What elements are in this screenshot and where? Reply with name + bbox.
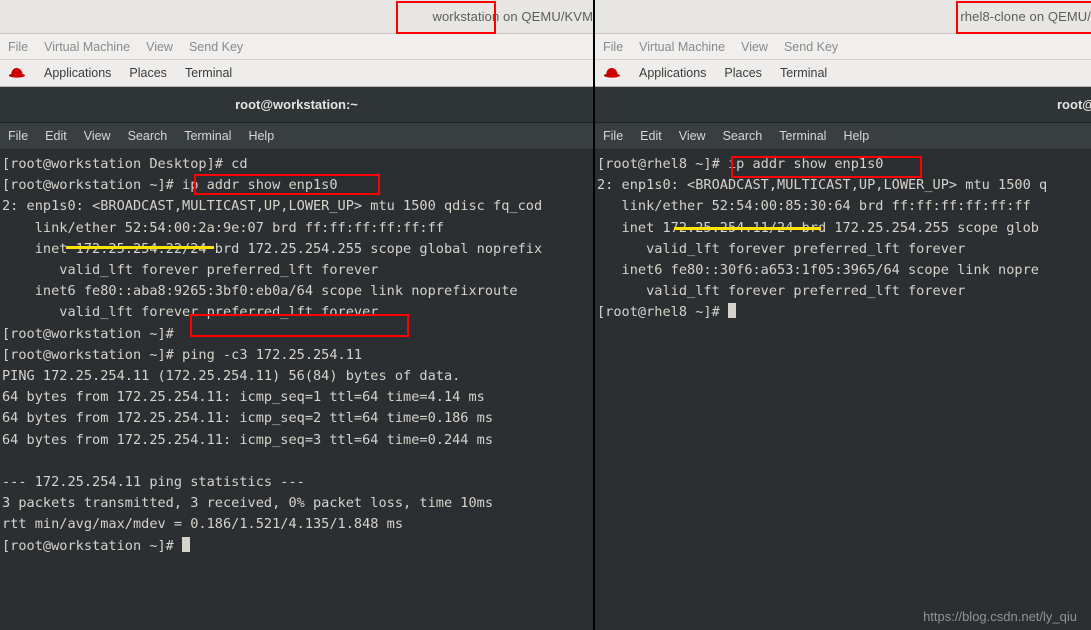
terminal-menu-edit[interactable]: Edit bbox=[45, 129, 67, 143]
terminal-titlebar-left[interactable]: root@workstation:~ bbox=[0, 87, 593, 123]
terminal-line: link/ether 52:54:00:85:30:64 brd ff:ff:f… bbox=[597, 198, 1031, 215]
vm-title-right: rhel8-clone on QEMU/ bbox=[960, 9, 1091, 24]
terminal-prompt-line: [root@workstation ~]# bbox=[2, 536, 593, 557]
vm-menu-send-key[interactable]: Send Key bbox=[189, 40, 243, 54]
vm-title-left: workstation on QEMU/KVM bbox=[432, 9, 593, 24]
terminal-line: valid_lft forever preferred_lft forever bbox=[2, 262, 379, 279]
terminal-line: inet6 fe80::aba8:9265:3bf0:eb0a/64 scope… bbox=[2, 283, 518, 300]
terminal-line: inet 172.25.254.11/24 brd 172.25.254.255… bbox=[597, 219, 1039, 236]
terminal-title-left: root@workstation:~ bbox=[235, 97, 358, 112]
redhat-fedora-icon bbox=[8, 66, 26, 80]
redhat-fedora-icon bbox=[603, 66, 621, 80]
gnome-topbar-left: Applications Places Terminal bbox=[0, 60, 593, 87]
terminal-output-right[interactable]: [root@rhel8 ~]# ip addr show enp1s0 2: e… bbox=[595, 150, 1091, 630]
terminal-line: --- 172.25.254.11 ping statistics --- bbox=[2, 474, 305, 491]
terminal-line: [root@workstation ~]# bbox=[2, 325, 174, 342]
vm-titlebar-left[interactable]: workstation on QEMU/KVM bbox=[0, 0, 593, 34]
terminal-line: inet6 fe80::30f6:a653:1f05:3965/64 scope… bbox=[597, 262, 1039, 279]
terminal-line: 64 bytes from 172.25.254.11: icmp_seq=1 … bbox=[2, 389, 485, 406]
terminal-line: 2: enp1s0: <BROADCAST,MULTICAST,UP,LOWER… bbox=[597, 177, 1048, 194]
terminal-line: [root@workstation ~]# ip addr show enp1s… bbox=[2, 177, 338, 194]
terminal-menu-terminal[interactable]: Terminal bbox=[779, 129, 826, 143]
terminal-menu-search[interactable]: Search bbox=[128, 129, 168, 143]
terminal-line: PING 172.25.254.11 (172.25.254.11) 56(84… bbox=[2, 368, 461, 385]
vm-menubar-right: File Virtual Machine View Send Key bbox=[595, 34, 1091, 60]
terminal-menu-edit[interactable]: Edit bbox=[640, 129, 662, 143]
terminal-line: valid_lft forever preferred_lft forever bbox=[2, 304, 379, 321]
gnome-applications-menu[interactable]: Applications bbox=[44, 66, 111, 80]
vm-menu-view[interactable]: View bbox=[741, 40, 768, 54]
vm-window-rhel8-clone: rhel8-clone on QEMU/ File Virtual Machin… bbox=[595, 0, 1091, 630]
terminal-line: 3 packets transmitted, 3 received, 0% pa… bbox=[2, 495, 494, 512]
terminal-menu-search[interactable]: Search bbox=[723, 129, 763, 143]
terminal-menu-view[interactable]: View bbox=[84, 129, 111, 143]
vm-menu-virtual-machine[interactable]: Virtual Machine bbox=[44, 40, 130, 54]
terminal-prompt-line: [root@rhel8 ~]# bbox=[597, 302, 1091, 323]
terminal-menu-help[interactable]: Help bbox=[248, 129, 274, 143]
terminal-title-right: root@ bbox=[1057, 97, 1091, 112]
terminal-line: valid_lft forever preferred_lft forever bbox=[597, 283, 966, 300]
terminal-menu-help[interactable]: Help bbox=[843, 129, 869, 143]
vm-menubar-left: File Virtual Machine View Send Key bbox=[0, 34, 593, 60]
terminal-prompt-left: [root@workstation ~]# bbox=[2, 537, 183, 554]
terminal-line: [root@rhel8 ~]# ip addr show enp1s0 bbox=[597, 156, 884, 172]
gnome-places-menu[interactable]: Places bbox=[724, 66, 762, 80]
terminal-menubar-left: File Edit View Search Terminal Help bbox=[0, 123, 593, 150]
terminal-output-left[interactable]: [root@workstation Desktop]# cd [root@wor… bbox=[0, 150, 593, 630]
terminal-menu-terminal[interactable]: Terminal bbox=[184, 129, 231, 143]
terminal-menubar-right: File Edit View Search Terminal Help bbox=[595, 123, 1091, 150]
gnome-applications-menu[interactable]: Applications bbox=[639, 66, 706, 80]
terminal-titlebar-right[interactable]: root@ bbox=[595, 87, 1091, 123]
terminal-line: [root@workstation Desktop]# cd bbox=[2, 156, 248, 172]
gnome-terminal-menu[interactable]: Terminal bbox=[185, 66, 232, 80]
terminal-line: 64 bytes from 172.25.254.11: icmp_seq=3 … bbox=[2, 431, 494, 448]
gnome-terminal-menu[interactable]: Terminal bbox=[780, 66, 827, 80]
vm-menu-virtual-machine[interactable]: Virtual Machine bbox=[639, 40, 725, 54]
screenshot-root: workstation on QEMU/KVM File Virtual Mac… bbox=[0, 0, 1091, 630]
terminal-line: link/ether 52:54:00:2a:9e:07 brd ff:ff:f… bbox=[2, 219, 444, 236]
terminal-line: 64 bytes from 172.25.254.11: icmp_seq=2 … bbox=[2, 410, 494, 427]
vm-titlebar-right[interactable]: rhel8-clone on QEMU/ bbox=[595, 0, 1091, 34]
terminal-line: 2: enp1s0: <BROADCAST,MULTICAST,UP,LOWER… bbox=[2, 198, 543, 215]
terminal-line: rtt min/avg/max/mdev = 0.186/1.521/4.135… bbox=[2, 516, 404, 533]
vm-menu-file[interactable]: File bbox=[8, 40, 28, 54]
terminal-menu-file[interactable]: File bbox=[8, 129, 28, 143]
terminal-menu-file[interactable]: File bbox=[603, 129, 623, 143]
terminal-line: inet 172.25.254.22/24 brd 172.25.254.255… bbox=[2, 240, 543, 257]
gnome-places-menu[interactable]: Places bbox=[129, 66, 167, 80]
terminal-line: valid_lft forever preferred_lft forever bbox=[597, 240, 966, 257]
terminal-cursor-right bbox=[727, 303, 736, 319]
terminal-cursor-left bbox=[182, 536, 191, 552]
vm-menu-send-key[interactable]: Send Key bbox=[784, 40, 838, 54]
gnome-topbar-right: Applications Places Terminal bbox=[595, 60, 1091, 87]
vm-menu-view[interactable]: View bbox=[146, 40, 173, 54]
vm-menu-file[interactable]: File bbox=[603, 40, 623, 54]
terminal-prompt-right: [root@rhel8 ~]# bbox=[597, 304, 728, 321]
watermark: https://blog.csdn.net/ly_qiu bbox=[923, 609, 1077, 624]
vm-window-workstation: workstation on QEMU/KVM File Virtual Mac… bbox=[0, 0, 593, 630]
terminal-menu-view[interactable]: View bbox=[679, 129, 706, 143]
terminal-line: [root@workstation ~]# ping -c3 172.25.25… bbox=[2, 346, 363, 363]
